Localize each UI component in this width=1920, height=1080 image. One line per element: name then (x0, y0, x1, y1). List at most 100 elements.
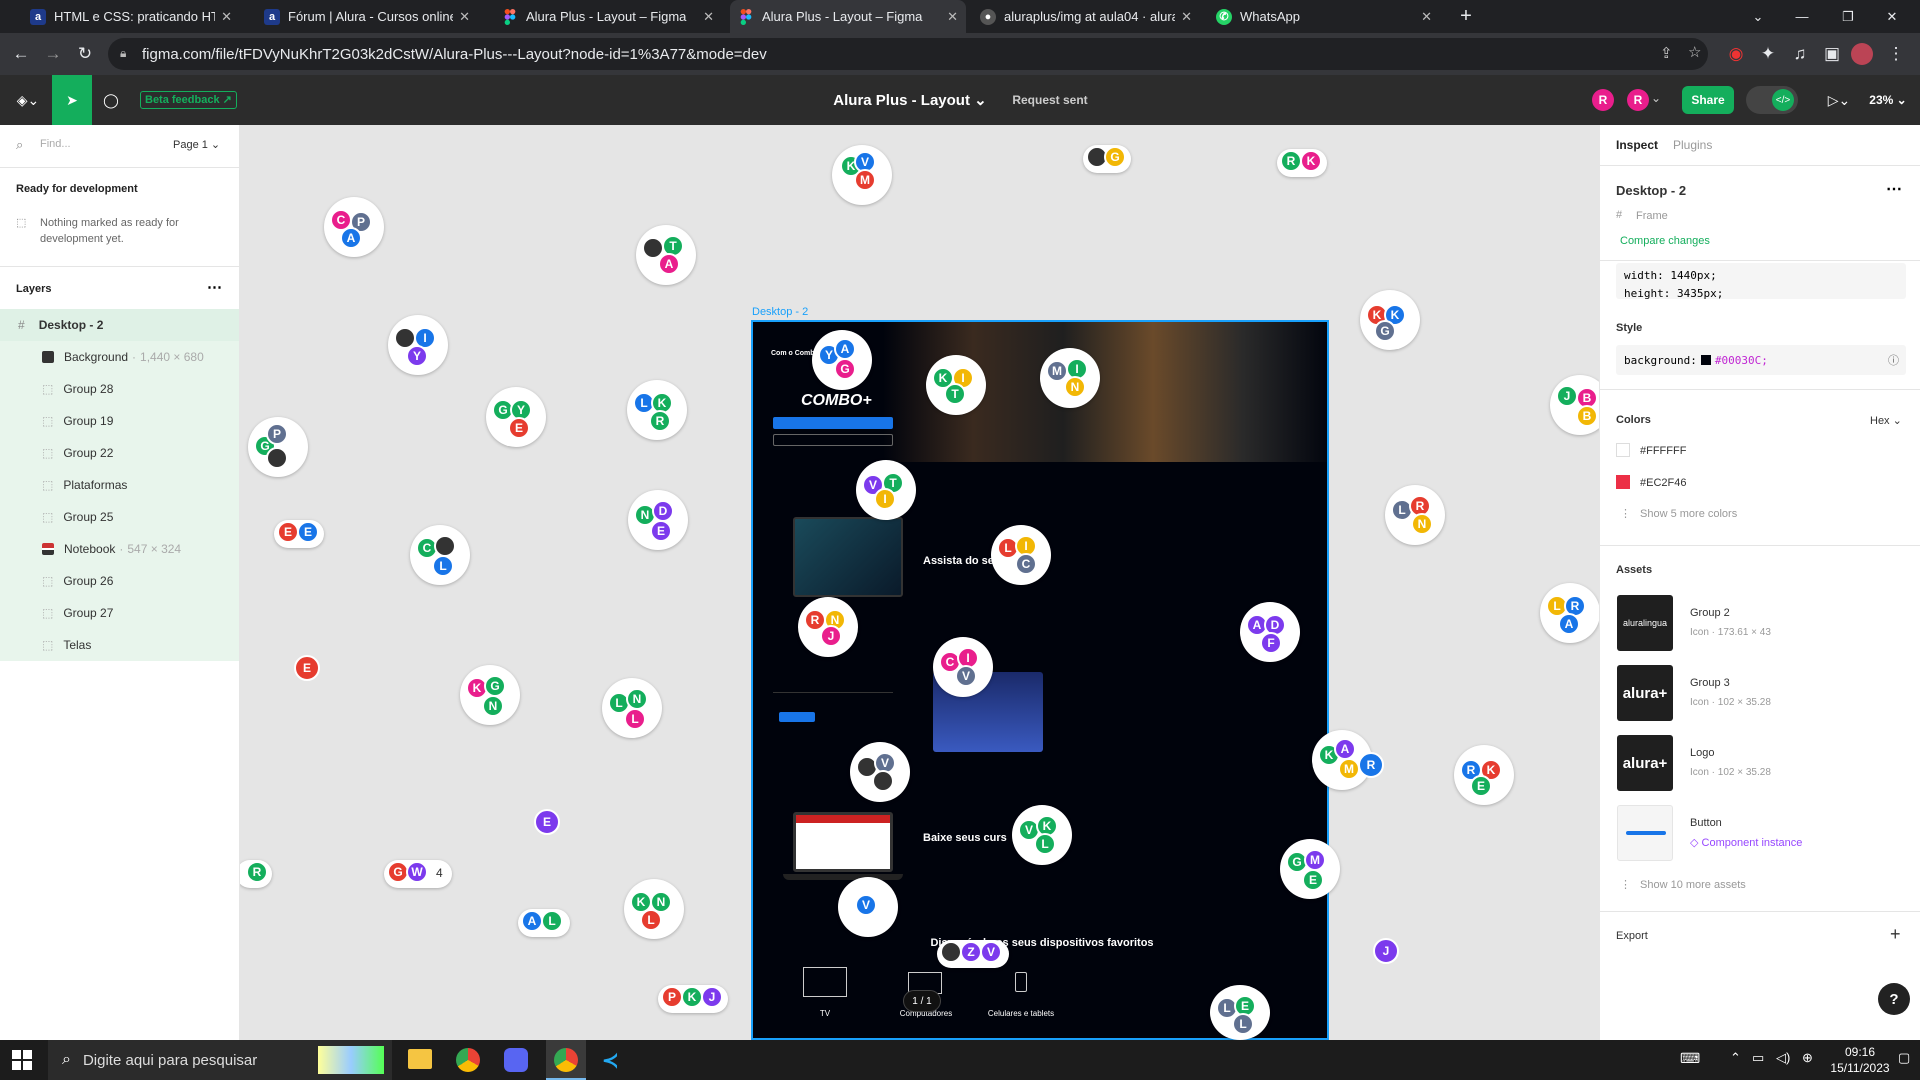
browser-tab[interactable]: ✆ WhatsApp ✕ (1208, 0, 1440, 33)
asset-thumbnail[interactable]: aluralingua (1617, 595, 1673, 651)
browser-tab[interactable]: a Fórum | Alura - Cursos online de✕ (256, 0, 478, 33)
new-tab-button[interactable]: + (1452, 0, 1480, 33)
collaborator-cluster[interactable]: R N J (798, 597, 858, 657)
network-icon[interactable]: ▭ (1752, 1050, 1764, 1066)
collaborator-cluster[interactable]: C P A (324, 197, 384, 257)
more-options-icon[interactable]: ⋯ (1886, 179, 1902, 199)
style-code[interactable]: background: #00030C; ⓘ (1616, 345, 1906, 375)
collaborator-cluster[interactable]: R (240, 860, 272, 888)
collaborator-avatar[interactable]: E (534, 809, 560, 835)
compare-changes-link[interactable]: Compare changes (1620, 235, 1710, 247)
bookmark-star-icon[interactable]: ☆ (1688, 43, 1701, 61)
taskbar-search[interactable]: ⌕ Digite aqui para pesquisar (48, 1040, 392, 1080)
collaborator-cluster[interactable]: Y A G (812, 330, 872, 390)
collaborator-cluster[interactable]: V T I (856, 460, 916, 520)
collaborator-cluster[interactable]: L I C (991, 525, 1051, 585)
forward-icon[interactable]: → (40, 41, 66, 67)
design-frame[interactable]: Com o Combo Alura+ e o COMBO+ Assista do… (751, 320, 1329, 1040)
vscode-icon[interactable]: ≺ (602, 1048, 626, 1072)
canvas[interactable]: Desktop - 2 Com o Combo Alura+ e o COMBO… (240, 125, 1599, 1040)
asset-name[interactable]: Logo (1690, 747, 1714, 759)
user-avatar[interactable]: R (1627, 89, 1649, 111)
browser-tab[interactable]: Alura Plus - Layout – Figma ✕ (494, 0, 722, 33)
tray-chevron-icon[interactable]: ⌃ (1730, 1050, 1741, 1066)
close-window-button[interactable]: ✕ (1880, 0, 1904, 33)
profile-avatar[interactable] (1851, 43, 1873, 65)
layer-plataformas[interactable]: ⬚ Plataformas (0, 469, 239, 501)
url-field[interactable]: 🔒︎ figma.com/file/tFDVyNuKhrT2G03k2dCstW… (108, 38, 1708, 70)
tab-plugins[interactable]: Plugins (1673, 138, 1712, 152)
browser-tab[interactable]: a HTML e CSS: praticando HTML/C✕ (22, 0, 240, 33)
collaborator-cluster[interactable]: N D E (628, 490, 688, 550)
layer-background[interactable]: Background · 1,440 × 680 (0, 341, 239, 373)
collaborator-cluster[interactable]: V (850, 742, 910, 802)
discord-icon[interactable] (504, 1048, 528, 1072)
collaborator-cluster[interactable]: K G N (460, 665, 520, 725)
comment-icon[interactable]: ◯ (96, 75, 126, 125)
collaborator-cluster[interactable]: L R N (1385, 485, 1445, 545)
maximize-button[interactable]: ❐ (1836, 0, 1860, 33)
user-avatar[interactable]: R (1592, 89, 1614, 111)
layer-group-22[interactable]: ⬚ Group 22 (0, 437, 239, 469)
collaborator-cluster[interactable]: M I N (1040, 348, 1100, 408)
color-format-dropdown[interactable]: Hex ⌄ (1870, 414, 1902, 427)
collaborator-cluster[interactable]: K N L (624, 879, 684, 939)
layer-group-25[interactable]: ⬚ Group 25 (0, 501, 239, 533)
asset-thumbnail[interactable] (1617, 805, 1673, 861)
notifications-icon[interactable]: ▢ (1898, 1050, 1910, 1066)
windows-start-icon[interactable] (12, 1050, 32, 1070)
reload-icon[interactable]: ↻ (72, 41, 98, 67)
collaborator-cluster[interactable]: I Y (388, 315, 448, 375)
present-play-icon[interactable]: ▷⌄ (1822, 75, 1856, 125)
keyboard-icon[interactable]: ⌨ (1680, 1050, 1700, 1067)
sidepanel-icon[interactable]: ▣ (1819, 41, 1845, 67)
asset-name[interactable]: Button (1690, 817, 1722, 829)
color-value[interactable]: #EC2F46 (1640, 477, 1686, 489)
layer-notebook[interactable]: Notebook · 547 × 324 (0, 533, 239, 565)
collaborator-cluster[interactable]: P K J (658, 985, 728, 1013)
collaborator-cluster[interactable]: T A (636, 225, 696, 285)
chrome-icon[interactable] (456, 1048, 480, 1072)
figma-menu-icon[interactable]: ◈⌄ (10, 75, 46, 125)
close-icon[interactable]: ✕ (703, 9, 714, 25)
language-icon[interactable]: ⊕ (1802, 1050, 1813, 1066)
dev-mode-toggle[interactable]: </> (1746, 86, 1798, 114)
back-icon[interactable]: ← (8, 41, 34, 67)
chevron-down-icon[interactable]: ⌄ (1651, 91, 1661, 105)
collaborator-cluster[interactable]: K K G (1360, 290, 1420, 350)
collaborator-cluster[interactable]: G P (248, 417, 308, 477)
collaborator-avatar[interactable]: E (294, 655, 320, 681)
page-selector[interactable]: Page 1 ⌄ (173, 138, 220, 151)
chrome-active-icon[interactable] (546, 1040, 586, 1080)
collaborator-cluster[interactable]: A D F (1240, 602, 1300, 662)
show-more-colors-link[interactable]: Show 5 more colors (1640, 508, 1737, 520)
collaborator-cluster[interactable]: R K (1277, 149, 1327, 177)
collaborator-cluster[interactable]: C L (410, 525, 470, 585)
browser-tab-active[interactable]: Alura Plus - Layout – Figma ✕ (730, 0, 966, 33)
collaborator-cluster[interactable]: V (838, 877, 898, 937)
collaborator-cluster[interactable]: V K L (1012, 805, 1072, 865)
layer-group-19[interactable]: ⬚ Group 19 (0, 405, 239, 437)
collaborator-cluster[interactable]: J B B (1550, 375, 1599, 435)
asset-name[interactable]: Group 3 (1690, 677, 1730, 689)
zoom-dropdown[interactable]: 23% ⌄ (1864, 75, 1912, 125)
help-icon[interactable]: ? (1878, 983, 1910, 1015)
show-more-assets-link[interactable]: Show 10 more assets (1640, 879, 1746, 891)
collaborator-avatar[interactable]: J (1373, 938, 1399, 964)
asset-thumbnail[interactable]: alura+ (1617, 665, 1673, 721)
layer-group-27[interactable]: ⬚ Group 27 (0, 597, 239, 629)
close-icon[interactable]: ✕ (221, 9, 232, 25)
menu-kebab-icon[interactable]: ⋮ (1883, 41, 1909, 67)
media-icon[interactable]: ♫ (1787, 41, 1813, 67)
file-explorer-icon[interactable] (408, 1049, 432, 1069)
browser-tab[interactable]: ● aluraplus/img at aula04 · alura-c ✕ (972, 0, 1200, 33)
collaborator-cluster[interactable]: G (1083, 145, 1131, 173)
share-page-icon[interactable]: ⇪ (1660, 44, 1673, 62)
layer-group-26[interactable]: ⬚ Group 26 (0, 565, 239, 597)
close-icon[interactable]: ✕ (947, 9, 958, 25)
add-export-icon[interactable]: + (1890, 924, 1901, 945)
move-tool-icon[interactable]: ➤ (52, 75, 92, 125)
beta-feedback-button[interactable]: Beta feedback ↗ (140, 91, 237, 109)
color-value[interactable]: #FFFFFF (1640, 445, 1686, 457)
code-block[interactable]: width: 1440px; height: 3435px; (1616, 263, 1906, 300)
